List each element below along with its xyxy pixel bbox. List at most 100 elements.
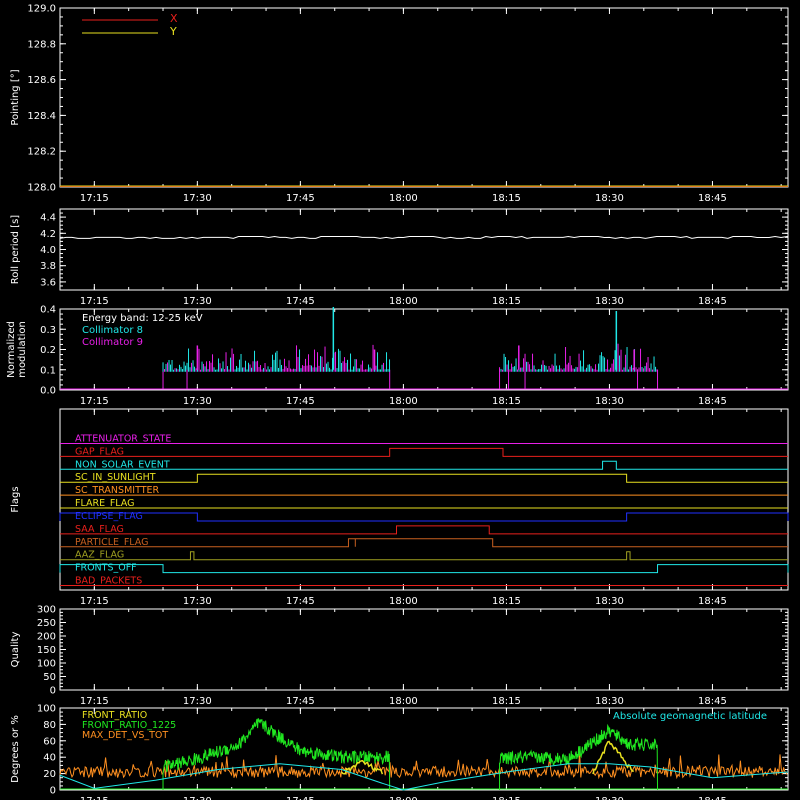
flag-label: NON_SOLAR_EVENT: [75, 459, 170, 470]
flag-line-saa-flag: [60, 525, 788, 535]
panel-2: 17:15 17:30 17:45 18:00 18:15 18:30 18:45 3.6 3.…: [10, 208, 789, 307]
y-tick-label: 128.0: [27, 183, 56, 194]
geomagnetic-latitude-label: Absolute geomagnetic latitude: [613, 711, 767, 722]
y-tick-label: 300: [37, 605, 56, 616]
time-tick-label: 17:15: [80, 596, 109, 607]
y-axis-label: Pointing [°]: [10, 69, 21, 125]
legend-label-collimator: Collimator 8: [82, 325, 143, 336]
y-tick-label: 0.4: [40, 305, 56, 316]
time-tick-label: 17:45: [286, 193, 315, 204]
y-tick-label: 80: [43, 720, 56, 731]
time-tick-label: 17:45: [286, 696, 315, 707]
y-tick-label: 100: [37, 659, 56, 670]
time-tick-label: 17:45: [286, 296, 315, 307]
y-tick-label: 250: [37, 618, 56, 629]
time-tick-label: 18:00: [389, 596, 418, 607]
time-tick-label: 18:45: [698, 193, 727, 204]
panel-6: 17:15 17:30 17:45 18:00 18:15 18:30 18:45 0 20 40…: [10, 704, 789, 800]
time-tick-label: 17:15: [80, 696, 109, 707]
y-tick-label: 4.0: [40, 245, 56, 256]
time-tick-label: 17:30: [183, 796, 212, 800]
front-ratio-1225-line: [499, 723, 659, 791]
y-tick-label: 3.8: [40, 261, 56, 272]
time-tick-label: 17:15: [80, 396, 109, 407]
rhessi-quicklook-figure: 17:15 17:30 17:45 18:00 18:15 18:30 18:45 128.0…: [6, 4, 789, 800]
y-tick-label: 0.0: [40, 386, 56, 397]
legend-label-x: X: [170, 12, 178, 25]
time-tick-label: 18:00: [389, 296, 418, 307]
y-tick-label: 60: [43, 736, 56, 747]
flag-line-sc-in-sunlight: [60, 473, 788, 483]
time-tick-label: 18:15: [492, 696, 521, 707]
time-tick-label: 18:15: [492, 296, 521, 307]
y-tick-label: 0: [50, 686, 56, 697]
y-tick-label: 129.0: [27, 4, 56, 15]
legend-label-y: Y: [169, 25, 177, 38]
panel-1: 17:15 17:30 17:45 18:00 18:15 18:30 18:45 128.0…: [10, 4, 789, 204]
y-axis-label: modulation: [17, 321, 28, 378]
time-tick-label: 17:30: [183, 396, 212, 407]
y-tick-label: 4.2: [40, 229, 56, 240]
time-tick-label: 18:00: [389, 696, 418, 707]
time-tick-label: 17:30: [183, 596, 212, 607]
time-tick-label: 18:30: [595, 193, 624, 204]
flag-line-aaz-flag: [60, 551, 788, 561]
time-tick-label: 18:45: [698, 596, 727, 607]
y-tick-label: 0.2: [40, 345, 56, 356]
panel-3: 17:15 17:30 17:45 18:00 18:15 18:30 18:45 0.0 0.…: [6, 305, 789, 407]
y-tick-label: 128.8: [27, 39, 56, 50]
flag-label: PARTICLE_FLAG: [75, 537, 148, 548]
energy-band-label: Energy band: 12-25 keV: [82, 313, 203, 324]
time-tick-label: 18:00: [389, 796, 418, 800]
y-tick-label: 0.3: [40, 325, 56, 336]
time-tick-label: 17:15: [80, 193, 109, 204]
y-tick-label: 128.6: [27, 75, 56, 86]
y-tick-label: 50: [43, 672, 56, 683]
max-det-vs-tot-line: [59, 751, 788, 780]
y-tick-label: 100: [37, 704, 56, 715]
time-tick-label: 18:45: [698, 696, 727, 707]
time-tick-label: 17:45: [286, 596, 315, 607]
y-tick-label: 40: [43, 753, 56, 764]
front-ratio-1225-line: [162, 718, 391, 791]
flag-label: BAD_PACKETS: [75, 576, 142, 587]
flag-label: ECLIPSE_FLAG: [75, 511, 143, 522]
time-tick-label: 18:15: [492, 796, 521, 800]
time-tick-label: 18:30: [595, 296, 624, 307]
time-tick-label: 18:30: [595, 596, 624, 607]
y-axis-label: Roll period [s]: [10, 215, 21, 284]
time-tick-label: 18:15: [492, 596, 521, 607]
time-tick-label: 18:45: [698, 396, 727, 407]
time-tick-label: 18:30: [595, 796, 624, 800]
panel-4: 17:15 17:30 17:45 18:00 18:15 18:30 18:45 Flags…: [10, 408, 789, 607]
time-tick-label: 18:45: [698, 796, 727, 800]
time-tick-label: 18:00: [389, 396, 418, 407]
time-tick-label: 18:30: [595, 396, 624, 407]
flag-label: SAA_FLAG: [75, 524, 124, 535]
time-tick-label: 18:45: [698, 296, 727, 307]
time-tick-label: 17:45: [286, 796, 315, 800]
time-tick-label: 17:30: [183, 193, 212, 204]
flag-label: SC_TRANSMITTER: [75, 485, 160, 496]
flag-line-particle-flag: [60, 538, 788, 548]
time-tick-label: 18:30: [595, 696, 624, 707]
y-tick-label: 3.6: [40, 277, 56, 288]
time-tick-label: 17:30: [183, 696, 212, 707]
flag-line-gap-flag: [60, 447, 788, 457]
y-tick-label: 128.2: [27, 147, 56, 158]
time-tick-label: 18:15: [492, 193, 521, 204]
flag-label: AAZ_FLAG: [75, 550, 124, 561]
time-tick-label: 17:30: [183, 296, 212, 307]
y-tick-label: 150: [37, 645, 56, 656]
y-tick-label: 0.1: [40, 365, 56, 376]
flag-label: FRONTS_OFF: [75, 563, 137, 574]
y-axis-label: Normalized: [6, 321, 17, 378]
flag-label: GAP_FLAG: [75, 446, 124, 457]
flag-label: ATTENUATOR_STATE: [75, 433, 171, 444]
y-tick-label: 4.4: [40, 213, 56, 224]
flag-label: SC_IN_SUNLIGHT: [75, 472, 156, 483]
y-axis-label: Quality: [10, 632, 21, 668]
time-tick-label: 17:15: [80, 796, 109, 800]
panel-frame: [59, 608, 789, 691]
y-tick-label: 128.4: [27, 111, 56, 122]
